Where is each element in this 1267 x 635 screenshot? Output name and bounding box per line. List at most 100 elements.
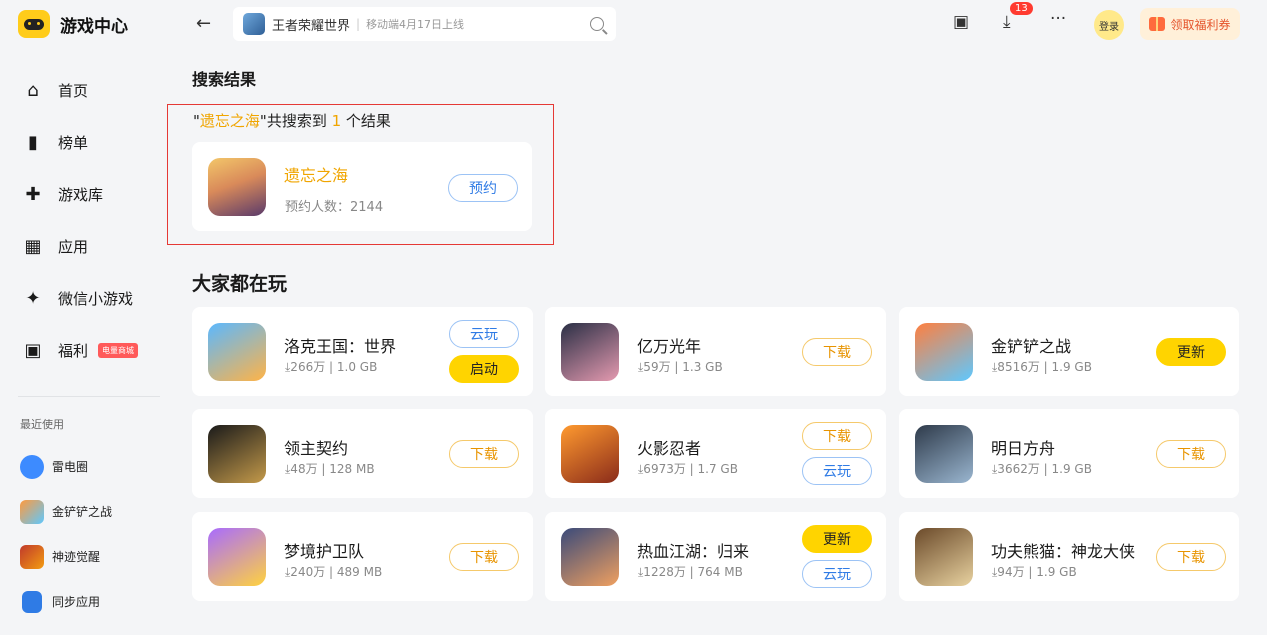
game-card[interactable]: 洛克王国：世界 ⤓266万 | 1.0 GB 云玩启动	[192, 307, 533, 396]
game-icon	[208, 323, 266, 381]
game-icon	[915, 323, 973, 381]
game-name: 梦境护卫队	[284, 542, 365, 561]
game-action-button[interactable]: 下载	[449, 543, 519, 571]
game-icon	[208, 158, 266, 216]
recent-item-label: 金铲铲之战	[52, 505, 113, 519]
search-hint: 移动端4月17日上线	[366, 18, 465, 31]
game-card[interactable]: 明日方舟 ⤓3662万 | 1.9 GB 下载	[899, 409, 1239, 498]
recent-item-label: 神迹觉醒	[52, 550, 101, 564]
recent-list: 雷电圈 金铲铲之战 神迹觉醒 同步应用	[20, 444, 112, 624]
game-icon	[208, 425, 266, 483]
recent-item-label: 雷电圈	[52, 460, 89, 474]
download-icon[interactable]: ⤓	[1003, 12, 1011, 32]
jinchanchan-icon	[20, 499, 44, 524]
sidebar-item-ranking[interactable]: ▮ 榜单	[22, 116, 162, 168]
game-name: 亿万光年	[637, 337, 702, 356]
game-action-button[interactable]: 下载	[1156, 543, 1226, 571]
recent-item[interactable]: 同步应用	[20, 579, 112, 624]
chart-icon: ▮	[28, 131, 38, 153]
sidebar-item-label: 游戏库	[58, 185, 104, 204]
reserve-button[interactable]: 预约	[448, 174, 518, 202]
claim-welfare-button[interactable]: 领取福利券	[1140, 8, 1240, 40]
game-icon	[561, 425, 619, 483]
download-count-badge: 13	[1010, 2, 1033, 15]
game-meta: 预约人数：2144	[285, 200, 384, 215]
game-name: 热血江湖：归来	[637, 542, 750, 561]
game-icon	[915, 425, 973, 483]
game-action-button[interactable]: 下载	[802, 338, 872, 366]
search-result-card[interactable]: 遗忘之海 预约人数：2144 预约	[192, 142, 532, 231]
game-card[interactable]: 金铲铲之战 ⤓8516万 | 1.9 GB 更新	[899, 307, 1239, 396]
gamepad-logo-icon	[18, 10, 50, 38]
game-name: 洛克王国：世界	[284, 337, 397, 356]
game-name: 遗忘之海	[284, 166, 349, 185]
search-input[interactable]: 王者荣耀世界 | 移动端4月17日上线	[233, 7, 616, 41]
more-icon[interactable]: ···	[1050, 9, 1066, 29]
game-card[interactable]: 梦境护卫队 ⤓240万 | 489 MB 下载	[192, 512, 533, 601]
game-card[interactable]: 功夫熊猫：神龙大侠 ⤓94万 | 1.9 GB 下载	[899, 512, 1239, 601]
power-mall-badge: 电量商城	[98, 342, 139, 358]
sidebar-item-apps[interactable]: ▦ 应用	[22, 220, 162, 272]
game-meta: ⤓6973万 | 1.7 GB	[638, 462, 738, 476]
sidebar-item-label: 榜单	[58, 133, 89, 152]
game-name: 领主契约	[284, 439, 349, 458]
claim-welfare-label: 领取福利券	[1170, 17, 1231, 32]
sidebar-item-home[interactable]: ⌂ 首页	[22, 64, 162, 116]
game-name: 火影忍者	[637, 439, 702, 458]
game-action-button[interactable]: 更新	[1156, 338, 1226, 366]
game-action-button[interactable]: 下载	[449, 440, 519, 468]
game-action-button[interactable]: 云玩	[802, 457, 872, 485]
search-icon[interactable]	[590, 17, 604, 31]
gift-icon	[1149, 17, 1166, 31]
calendar-icon[interactable]: ▣	[953, 12, 969, 32]
gift-icon: ▣	[24, 339, 42, 361]
brand[interactable]: 游戏中心	[18, 10, 128, 38]
back-arrow-icon[interactable]: ←	[196, 13, 211, 34]
game-action-button[interactable]: 启动	[449, 355, 519, 383]
sidebar-item-label: 微信小游戏	[58, 289, 134, 308]
sidebar-item-welfare[interactable]: ▣ 福利 电量商城	[22, 324, 162, 376]
home-icon: ⌂	[27, 79, 39, 101]
login-button[interactable]: 登录	[1094, 10, 1124, 40]
game-card[interactable]: 亿万光年 ⤓59万 | 1.3 GB 下载	[545, 307, 886, 396]
sync-app-icon	[22, 590, 42, 613]
search-value: 王者荣耀世界	[272, 18, 351, 34]
recent-item-label: 同步应用	[52, 595, 101, 609]
sidebar-item-label: 福利	[58, 341, 89, 360]
sidebar-nav: ⌂ 首页 ▮ 榜单 ✚ 游戏库 ▦ 应用 ✦ 微信小游戏 ▣ 福利 电量商城	[22, 64, 162, 376]
game-meta: ⤓59万 | 1.3 GB	[638, 360, 723, 374]
sidebar-item-label: 首页	[58, 81, 89, 100]
game-icon	[561, 323, 619, 381]
game-action-button[interactable]: 下载	[802, 422, 872, 450]
game-name: 金铲铲之战	[991, 337, 1072, 356]
game-name: 明日方舟	[991, 439, 1056, 458]
game-card[interactable]: 领主契约 ⤓48万 | 128 MB 下载	[192, 409, 533, 498]
game-meta: ⤓94万 | 1.9 GB	[992, 565, 1077, 579]
sidebar: 游戏中心 ⌂ 首页 ▮ 榜单 ✚ 游戏库 ▦ 应用 ✦ 微信小游戏 ▣ 福利 电…	[0, 0, 170, 635]
sidebar-item-label: 应用	[58, 237, 89, 256]
game-action-button[interactable]: 云玩	[802, 560, 872, 588]
recent-title: 最近使用	[20, 418, 64, 431]
recent-item[interactable]: 金铲铲之战	[20, 489, 112, 534]
game-action-button[interactable]: 更新	[802, 525, 872, 553]
sidebar-item-game-library[interactable]: ✚ 游戏库	[22, 168, 162, 220]
apps-icon: ▦	[24, 235, 42, 257]
game-meta: ⤓3662万 | 1.9 GB	[992, 462, 1092, 476]
game-name: 功夫熊猫：神龙大侠	[991, 542, 1136, 561]
game-card[interactable]: 火影忍者 ⤓6973万 | 1.7 GB 下载云玩	[545, 409, 886, 498]
recent-item[interactable]: 雷电圈	[20, 444, 112, 489]
game-action-button[interactable]: 云玩	[449, 320, 519, 348]
game-action-button[interactable]: 下载	[1156, 440, 1226, 468]
shenji-icon	[20, 544, 44, 569]
game-card[interactable]: 热血江湖：归来 ⤓1228万 | 764 MB 更新云玩	[545, 512, 886, 601]
search-separator: |	[356, 17, 361, 31]
game-meta: ⤓48万 | 128 MB	[285, 462, 375, 476]
game-meta: ⤓240万 | 489 MB	[285, 565, 383, 579]
game-meta: ⤓266万 | 1.0 GB	[285, 360, 378, 374]
sidebar-divider	[18, 396, 160, 397]
gamepad-icon: ✚	[25, 183, 41, 205]
leidian-circle-icon	[20, 454, 44, 479]
game-meta: ⤓1228万 | 764 MB	[638, 565, 743, 579]
sidebar-item-wechat-mini-games[interactable]: ✦ 微信小游戏	[22, 272, 162, 324]
recent-item[interactable]: 神迹觉醒	[20, 534, 112, 579]
